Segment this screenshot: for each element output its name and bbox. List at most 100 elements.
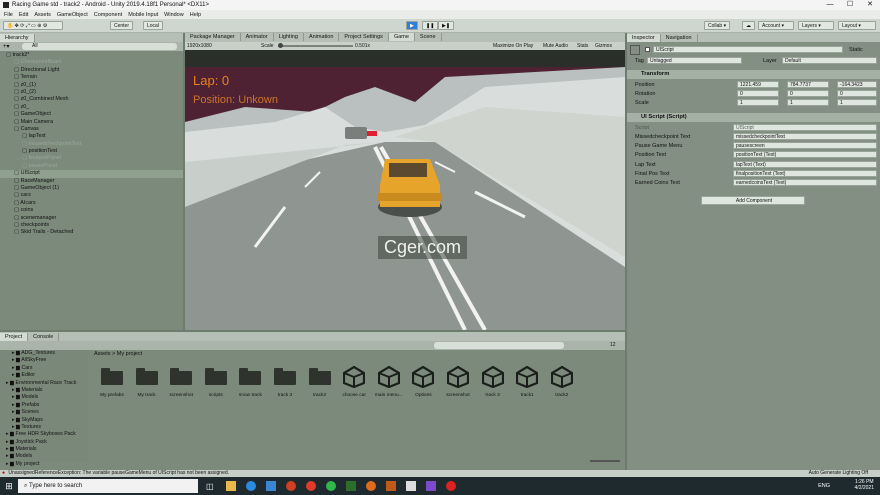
hierarchy-item[interactable]: ▢ lapText [0,133,183,140]
hierarchy-item[interactable]: ▢ CheckpointBeam [0,59,183,66]
add-component-button[interactable]: Add Component [701,196,805,205]
app-icon[interactable] [285,481,296,491]
hierarchy-item[interactable]: ▢ track2* [0,52,183,59]
project-tree-item[interactable]: ▸ ▆ Environmental Race Track [2,380,88,387]
cloud-icon[interactable]: ☁ [742,21,755,30]
stats-toggle[interactable]: Stats [577,43,588,49]
asset-item[interactable]: track 3 [268,366,302,406]
project-tree-item[interactable]: ▸ ▆ Joystick Pack [2,439,88,446]
menu-help[interactable]: Help [190,12,201,18]
maximize-button[interactable]: ☐ [840,0,860,10]
file-explorer-icon[interactable] [225,481,236,491]
rotation-x-field[interactable]: 0 [737,90,779,97]
project-tree-item[interactable]: ▸ ▆ Scenes [2,409,88,416]
script-field-value[interactable]: lapText (Text) [733,160,877,168]
project-tree-item[interactable]: ▸ ▆ Free HDR Skyboxes Pack [2,431,88,438]
layers-dropdown[interactable]: Layers ▾ [798,21,834,30]
play-button[interactable]: ▶ [406,21,418,30]
maximize-on-play-toggle[interactable]: Maximize On Play [493,43,533,49]
hierarchy-search-input[interactable]: All [22,43,177,50]
menu-window[interactable]: Window [164,12,184,18]
hierarchy-item[interactable]: ▢ missedcheckpointText [0,141,183,148]
pivot-local-toggle[interactable]: Local [143,21,163,30]
tab-animation[interactable]: Animation [304,33,340,41]
hierarchy-item[interactable]: ▢ z0_Combined Mesh [0,96,183,103]
tab-project[interactable]: Project [0,333,29,341]
asset-item[interactable]: choose car [337,366,371,406]
pivot-center-toggle[interactable]: Center [110,21,134,30]
asset-item[interactable]: My track [130,366,164,406]
tab-lighting[interactable]: Lighting [274,33,304,41]
position-x-field[interactable]: 1221.459 [737,81,779,88]
tab-scene[interactable]: Scene [415,33,442,41]
project-tree-item[interactable]: ▸ ▆ AllSkyFree [2,357,88,364]
hierarchy-item[interactable]: ▢ z0_(2) [0,89,183,96]
scale-x-field[interactable]: 1 [737,99,779,106]
asset-item[interactable]: track2 [545,366,579,406]
hierarchy-item[interactable]: ▢ coins [0,207,183,214]
unity-icon[interactable] [405,481,416,491]
hierarchy-item[interactable]: ▢ GameObject (1) [0,185,183,192]
tag-dropdown[interactable]: Untagged [647,57,742,64]
hierarchy-item[interactable]: ▢ AIcars [0,200,183,207]
project-tree-item[interactable]: ▸ ▆ My project [2,461,88,468]
hierarchy-item[interactable]: ▢ Directional Light [0,67,183,74]
tab-game[interactable]: Game [388,33,415,41]
clock[interactable]: 1:26 PM 4/2/2021 [855,479,874,491]
project-tree-item[interactable]: ▸ ▆ Materials [2,446,88,453]
project-tree-item[interactable]: ▸ ▆ Prefabs [2,402,88,409]
asset-item[interactable]: Options [406,366,440,406]
position-z-field[interactable]: -164.3423 [837,81,877,88]
hierarchy-item[interactable]: ▢ checkpoints [0,222,183,229]
opera-icon[interactable] [305,481,316,491]
layout-dropdown[interactable]: Layout ▾ [838,21,876,30]
asset-item[interactable]: track 3 [476,366,510,406]
asset-item[interactable]: screenshot [164,366,198,406]
asset-item[interactable]: My prefabs [95,366,129,406]
taskbar-search-input[interactable]: ⌕ Type here to search [18,479,198,493]
hierarchy-item[interactable]: ▢ Terrain [0,74,183,81]
project-tree-item[interactable]: ▸ ▆ Cars [2,365,88,372]
hierarchy-item[interactable]: ▢ z0_(1) [0,82,183,89]
tab-hierarchy[interactable]: Hierarchy [0,34,35,42]
hierarchy-item[interactable]: ▢ z0_ [0,104,183,111]
minimize-button[interactable]: — [820,0,840,10]
language-indicator[interactable]: ENG [818,483,830,489]
script-field-value[interactable]: pausescreen [733,142,877,150]
tab-inspector[interactable]: Inspector [627,34,661,42]
script-field-value[interactable]: finalpositionText (Text) [733,169,877,177]
tab-console[interactable]: Console [28,333,60,341]
asset-item[interactable]: scripts [199,366,233,406]
menu-gameobject[interactable]: GameObject [57,12,88,18]
position-y-field[interactable]: 784.7737 [787,81,829,88]
asset-item[interactable]: screenshot [441,366,475,406]
hierarchy-item[interactable]: ▢ positionText [0,148,183,155]
visual-studio-icon[interactable] [425,481,436,491]
layer-dropdown[interactable]: Default [782,57,877,64]
script-field-value[interactable]: missedcheckpointText [733,133,877,140]
firefox-icon[interactable] [365,481,376,491]
hierarchy-item[interactable]: ▢ GameObject [0,111,183,118]
menu-assets[interactable]: Assets [34,12,51,18]
tab-project-settings[interactable]: Project Settings [339,33,389,41]
hierarchy-item[interactable]: ▢ finalposPanel [0,155,183,162]
transform-tools[interactable]: ✋ ✥ ⟳ ⤢ ▭ ⊕ ⚙ [3,21,63,30]
asset-item[interactable]: main menu... [372,366,406,406]
icon-size-slider[interactable] [590,460,620,462]
close-button[interactable]: ✕ [860,0,880,10]
collab-button[interactable]: Collab ▾ [704,21,731,30]
menu-edit[interactable]: Edit [19,12,28,18]
static-toggle[interactable]: Static [849,47,863,53]
asset-item[interactable]: snow track [233,366,267,406]
status-message[interactable]: UnassignedReferenceException: The variab… [8,470,229,476]
hierarchy-item[interactable]: ▢ RaceManager [0,178,183,185]
script-field-value[interactable]: positionText (Text) [733,151,877,159]
menu-mobile-input[interactable]: Mobile Input [128,12,158,18]
scale-z-field[interactable]: 1 [837,99,877,106]
hierarchy-item[interactable]: ▢ Main Camera [0,119,183,126]
tab-package-manager[interactable]: Package Manager [185,33,241,41]
project-search-input[interactable] [434,342,564,349]
account-dropdown[interactable]: Account ▾ [758,21,794,30]
project-tree-item[interactable]: ▸ ▆ Editor [2,372,88,379]
project-tree-item[interactable]: ▸ ▆ Textures [2,424,88,431]
